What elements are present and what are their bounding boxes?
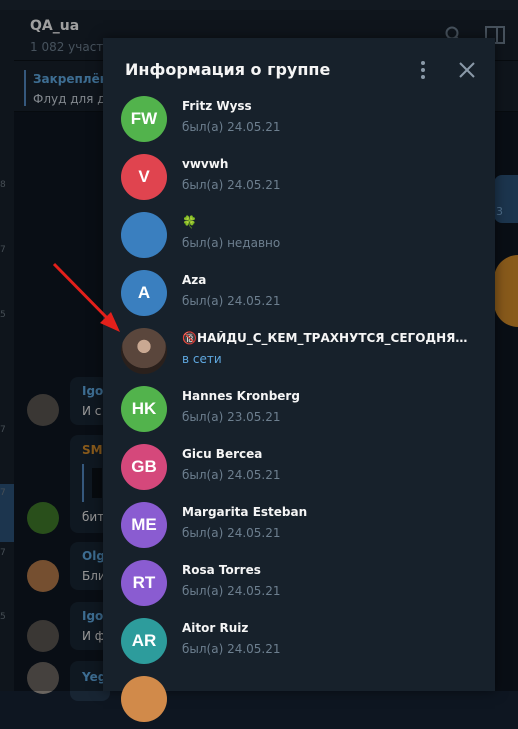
member-row[interactable]: A Aza был(а) 24.05.21 bbox=[103, 265, 495, 323]
member-status: был(а) 24.05.21 bbox=[182, 642, 281, 656]
member-name: Fritz Wyss bbox=[182, 99, 252, 113]
avatar[interactable]: AR bbox=[121, 618, 167, 664]
avatar[interactable]: A bbox=[121, 270, 167, 316]
avatar[interactable] bbox=[121, 212, 167, 258]
member-row[interactable]: 🔞НАЙДU_С_КЕМ_ТРАХНУТСЯ_СЕГОДНЯ🔞🔞 в сети bbox=[103, 323, 495, 381]
member-status: был(а) 23.05.21 bbox=[182, 410, 281, 424]
more-options-icon[interactable] bbox=[413, 58, 433, 82]
member-row[interactable]: ME Margarita Esteban был(а) 24.05.21 bbox=[103, 497, 495, 555]
member-status: был(а) 24.05.21 bbox=[182, 526, 281, 540]
close-icon[interactable] bbox=[455, 58, 479, 82]
member-row[interactable] bbox=[103, 671, 495, 729]
avatar[interactable] bbox=[121, 676, 167, 722]
member-status: в сети bbox=[182, 352, 222, 366]
member-row[interactable]: HK Hannes Kronberg был(а) 23.05.21 bbox=[103, 381, 495, 439]
avatar[interactable]: GB bbox=[121, 444, 167, 490]
avatar[interactable]: ME bbox=[121, 502, 167, 548]
avatar[interactable] bbox=[121, 328, 167, 374]
member-name: Margarita Esteban bbox=[182, 505, 308, 519]
member-name: Hannes Kronberg bbox=[182, 389, 300, 403]
avatar[interactable]: HK bbox=[121, 386, 167, 432]
group-info-modal: Информация о группе FW Fritz Wyss был(а) 2… bbox=[103, 38, 495, 722]
member-name: Rosa Torres bbox=[182, 563, 261, 577]
member-status: был(а) 24.05.21 bbox=[182, 120, 281, 134]
avatar[interactable]: RT bbox=[121, 560, 167, 606]
member-row[interactable]: FW Fritz Wyss был(а) 24.05.21 bbox=[103, 91, 495, 149]
member-name: vwvwh bbox=[182, 157, 229, 171]
member-status: был(а) 24.05.21 bbox=[182, 178, 281, 192]
modal-title: Информация о группе bbox=[125, 60, 331, 79]
member-name: Gicu Bercea bbox=[182, 447, 263, 461]
member-name: 🍀 bbox=[182, 215, 197, 229]
avatar[interactable]: FW bbox=[121, 96, 167, 142]
member-row[interactable]: RT Rosa Torres был(а) 24.05.21 bbox=[103, 555, 495, 613]
avatar[interactable]: V bbox=[121, 154, 167, 200]
member-row[interactable]: AR Aitor Ruiz был(а) 24.05.21 bbox=[103, 613, 495, 671]
member-status: был(а) 24.05.21 bbox=[182, 468, 281, 482]
member-status: был(а) 24.05.21 bbox=[182, 584, 281, 598]
member-name: Aza bbox=[182, 273, 207, 287]
member-row[interactable]: Vvwvwh был(а) 24.05.21 bbox=[103, 149, 495, 207]
member-row[interactable]: 🍀 был(а) недавно bbox=[103, 207, 495, 265]
member-status: был(а) недавно bbox=[182, 236, 281, 250]
member-name: Aitor Ruiz bbox=[182, 621, 249, 635]
member-name: 🔞НАЙДU_С_КЕМ_ТРАХНУТСЯ_СЕГОДНЯ🔞🔞 bbox=[182, 331, 478, 345]
member-row[interactable]: GB Gicu Bercea был(а) 24.05.21 bbox=[103, 439, 495, 497]
member-status: был(а) 24.05.21 bbox=[182, 294, 281, 308]
